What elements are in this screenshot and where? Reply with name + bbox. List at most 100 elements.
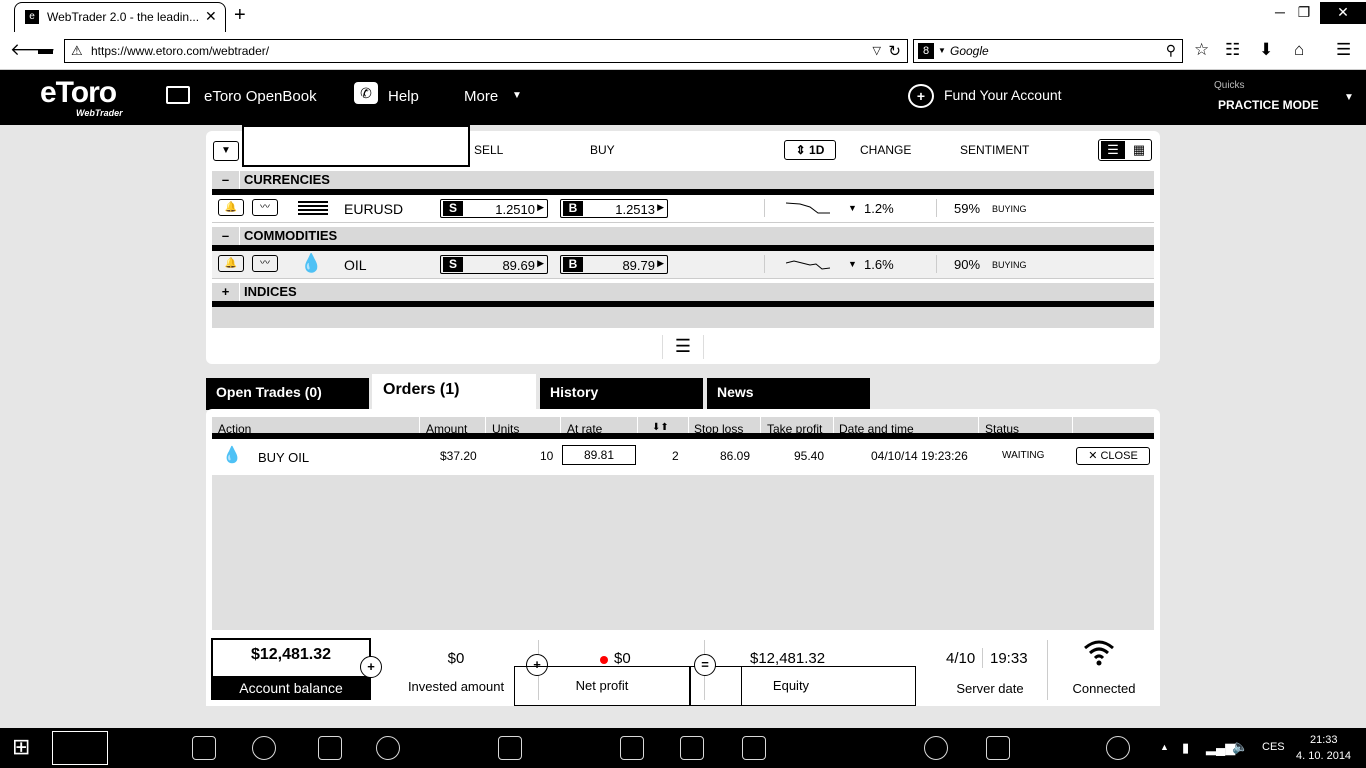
group-name: COMMODITIES xyxy=(244,228,338,243)
order-stop-loss: 86.09 xyxy=(720,449,751,463)
buy-button[interactable]: B 89.79 ▶ xyxy=(560,255,668,274)
app-icon-transfer[interactable] xyxy=(986,736,1010,760)
signal-icon[interactable]: ▂▄▆ xyxy=(1206,740,1235,756)
sell-price: 1.2510 xyxy=(495,202,535,217)
username[interactable]: Quicks xyxy=(1214,80,1245,91)
bookmarks-list-icon[interactable]: ☷ xyxy=(1225,40,1240,60)
home-icon[interactable]: ⌂ xyxy=(1294,40,1304,60)
engine-dropdown-icon[interactable]: ▼ xyxy=(938,46,946,55)
order-row[interactable]: 💧 BUY OIL $37.20 10 89.81 2 86.09 95.40 … xyxy=(212,439,1154,475)
alert-bell-icon[interactable]: 🔔 xyxy=(218,255,244,272)
menu-icon[interactable]: ☰ xyxy=(1336,40,1351,60)
col-sentiment: SENTIMENT xyxy=(960,143,1030,157)
reload-icon[interactable]: ↻ xyxy=(888,42,901,60)
fund-account-link[interactable]: Fund Your Account xyxy=(944,87,1062,103)
battery-icon[interactable]: ▮ xyxy=(1182,740,1189,756)
restore-button[interactable]: ❐ xyxy=(1284,2,1324,24)
group-commodities[interactable]: – COMMODITIES xyxy=(212,227,1154,251)
market-search-input[interactable] xyxy=(242,125,470,167)
dropdown-arrow-icon[interactable]: ▽ xyxy=(873,44,881,57)
filter-icon[interactable]: ▼ xyxy=(213,141,239,161)
clock-time[interactable]: 21:33 xyxy=(1310,734,1338,746)
close-order-button[interactable]: ✕ CLOSE xyxy=(1076,447,1150,465)
divider xyxy=(978,417,979,433)
alert-bell-icon[interactable]: 🔔 xyxy=(218,199,244,216)
google-icon[interactable]: 8 xyxy=(918,43,934,59)
close-label: CLOSE xyxy=(1100,450,1138,462)
order-rate-input[interactable]: 89.81 xyxy=(562,445,636,465)
magnifier-icon[interactable]: ⚲ xyxy=(1166,42,1176,59)
period-value: 1D xyxy=(809,143,825,157)
app-icon-satellite[interactable] xyxy=(864,736,888,760)
tab-group-icon[interactable]: ▬ xyxy=(38,40,53,60)
equity-value: $12,481.32 xyxy=(750,650,826,667)
app-icon-pen[interactable] xyxy=(742,736,766,760)
period-selector[interactable]: ⇕ 1D xyxy=(784,140,836,160)
chart-icon[interactable]: 〰 xyxy=(252,199,278,216)
group-toggle[interactable]: + xyxy=(212,283,240,301)
nav-help[interactable]: Help xyxy=(388,88,419,105)
active-app-icon[interactable] xyxy=(52,731,108,765)
app-icon-calendar[interactable] xyxy=(192,736,216,760)
browser-tab[interactable]: e WebTrader 2.0 - the leadin... ✕ xyxy=(14,2,226,32)
search-input[interactable]: Google xyxy=(950,44,989,58)
app-icon-hand[interactable] xyxy=(318,736,342,760)
divider xyxy=(764,255,765,273)
col-amount: Amount xyxy=(426,422,468,436)
nav-openbook[interactable]: eToro OpenBook xyxy=(204,88,317,105)
start-windows-icon[interactable]: ⊞ xyxy=(12,736,30,758)
url-bar[interactable]: ⚠ https://www.etoro.com/webtrader/ ▽ ↻ xyxy=(64,39,908,63)
bookmark-star-icon[interactable]: ☆ xyxy=(1194,40,1209,60)
language-indicator[interactable]: CES xyxy=(1262,741,1285,753)
sparkline-icon xyxy=(786,260,830,270)
more-chevron-down-icon[interactable]: ▼ xyxy=(512,90,522,101)
volume-icon[interactable]: 🔈 xyxy=(1232,739,1248,755)
downloads-icon[interactable]: ⬇ xyxy=(1259,40,1273,60)
app-icon-bird[interactable] xyxy=(252,736,276,760)
url-text: https://www.etoro.com/webtrader/ xyxy=(91,44,270,58)
sell-button[interactable]: S 1.2510 ▶ xyxy=(440,199,548,218)
app-icon-shield[interactable] xyxy=(498,736,522,760)
close-window-button[interactable]: ✕ xyxy=(1320,2,1366,24)
search-bar[interactable]: 8 ▼ Google ⚲ xyxy=(913,39,1183,63)
group-toggle[interactable]: – xyxy=(212,171,240,189)
group-toggle[interactable]: – xyxy=(212,227,240,245)
app-icon-browser[interactable] xyxy=(1106,736,1130,760)
sell-button[interactable]: S 89.69 ▶ xyxy=(440,255,548,274)
equity-box[interactable]: Equity xyxy=(690,666,916,706)
tab-orders[interactable]: Orders (1) xyxy=(372,374,536,410)
tray-up-arrow-icon[interactable]: ▲ xyxy=(1160,742,1169,752)
account-chevron-down-icon[interactable]: ▼ xyxy=(1344,92,1354,103)
instrument-row[interactable]: 🔔 〰 EURUSD S 1.2510 ▶ B 1.2513 ▶ ▼ 1.2% … xyxy=(212,195,1154,223)
equals-icon: = xyxy=(694,654,716,676)
group-indices[interactable]: + INDICES xyxy=(212,283,1154,307)
app-icon-terminal[interactable] xyxy=(680,736,704,760)
practice-mode-label[interactable]: PRACTICE MODE xyxy=(1218,98,1319,112)
nav-more[interactable]: More xyxy=(464,88,498,105)
page-body: ▼ SELL BUY ⇕ 1D CHANGE SENTIMENT ☰ ▦ – C… xyxy=(0,125,1366,728)
clock-date[interactable]: 4. 10. 2014 xyxy=(1296,750,1351,762)
list-view-icon[interactable]: ☰ xyxy=(1101,141,1125,159)
app-icon-calculator[interactable] xyxy=(620,736,644,760)
net-profit-box[interactable]: Net profit xyxy=(514,666,690,706)
app-icon-feather[interactable] xyxy=(436,736,460,760)
tab-close-icon[interactable]: ✕ xyxy=(205,8,217,25)
order-leverage: 2 xyxy=(672,449,679,463)
divider xyxy=(637,417,638,433)
app-icon-firefox[interactable] xyxy=(924,736,948,760)
grid-view-icon[interactable]: ▦ xyxy=(1127,141,1151,159)
app-icon-torch[interactable] xyxy=(804,736,828,760)
collapse-menu-icon[interactable]: ☰ xyxy=(662,335,704,359)
buy-button[interactable]: B 1.2513 ▶ xyxy=(560,199,668,218)
app-icon-quill[interactable] xyxy=(1044,736,1068,760)
group-currencies[interactable]: – CURRENCIES xyxy=(212,171,1154,195)
tab-history[interactable]: History xyxy=(540,378,703,410)
tab-open-trades[interactable]: Open Trades (0) xyxy=(206,378,369,410)
instrument-row[interactable]: 🔔 〰 💧 OIL S 89.69 ▶ B 89.79 ▶ ▼ 1.6% 90%… xyxy=(212,251,1154,279)
chart-icon[interactable]: 〰 xyxy=(252,255,278,272)
app-icon-globe[interactable] xyxy=(376,736,400,760)
new-tab-button[interactable]: + xyxy=(234,4,246,26)
account-balance-box[interactable]: $12,481.32 Account balance xyxy=(211,638,371,700)
tab-news[interactable]: News xyxy=(707,378,870,410)
etoro-logo[interactable]: eToro xyxy=(40,76,117,110)
